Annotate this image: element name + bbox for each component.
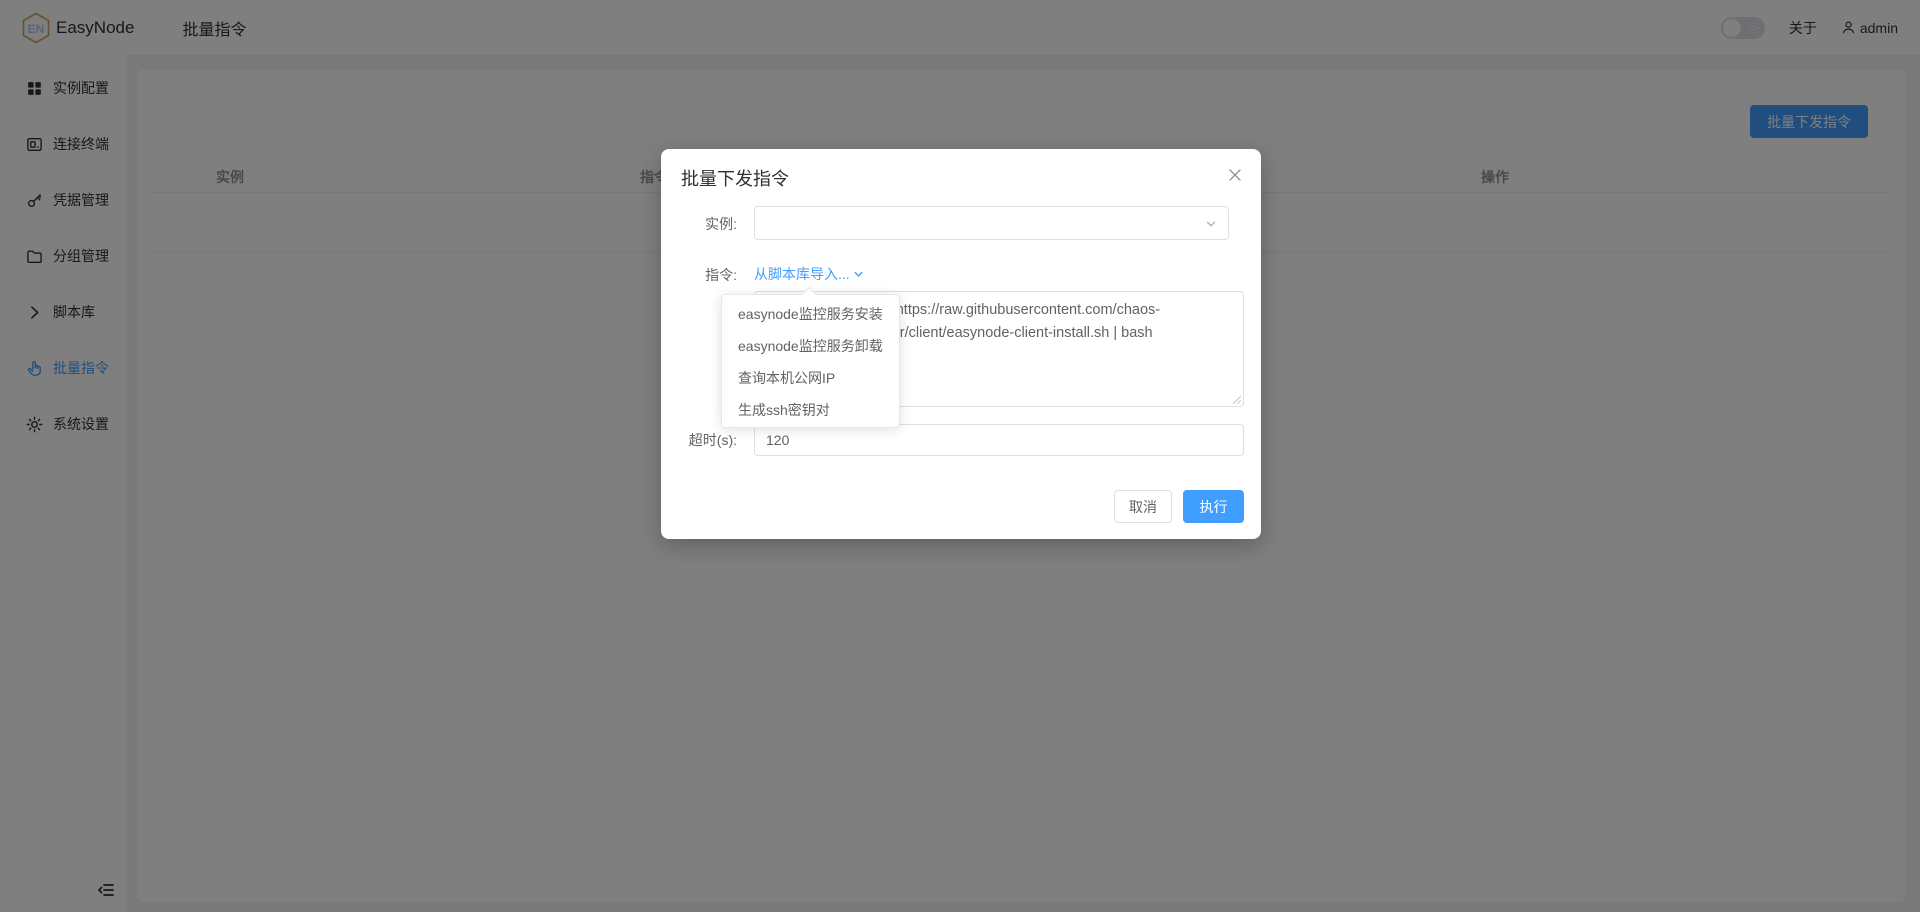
instance-label: 实例: (661, 214, 737, 234)
timeout-label: 超时(s): (661, 430, 737, 450)
execute-button[interactable]: 执行 (1183, 490, 1244, 523)
instance-select[interactable] (754, 206, 1229, 240)
cancel-button[interactable]: 取消 (1114, 490, 1172, 523)
chevron-down-icon (1205, 218, 1217, 230)
dropdown-item-query-public-ip[interactable]: 查询本机公网IP (722, 362, 899, 394)
dialog-title: 批量下发指令 (681, 165, 789, 191)
command-label: 指令: (661, 265, 737, 285)
import-link-label: 从脚本库导入... (754, 264, 850, 284)
script-library-dropdown: easynode监控服务安装 easynode监控服务卸载 查询本机公网IP 生… (721, 294, 900, 428)
app-root: EN EasyNode 批量指令 关于 (0, 0, 1920, 912)
resize-grip-icon[interactable] (1231, 394, 1241, 404)
dropdown-item-monitor-uninstall[interactable]: easynode监控服务卸载 (722, 330, 899, 362)
close-icon[interactable] (1227, 167, 1243, 183)
dropdown-item-generate-ssh-keypair[interactable]: 生成ssh密钥对 (722, 394, 899, 426)
chevron-down-icon (853, 269, 864, 280)
import-from-script-library-link[interactable]: 从脚本库导入... (754, 264, 864, 284)
timeout-input[interactable]: 120 (754, 424, 1244, 456)
dropdown-item-monitor-install[interactable]: easynode监控服务安装 (722, 298, 899, 330)
timeout-value: 120 (766, 432, 789, 448)
